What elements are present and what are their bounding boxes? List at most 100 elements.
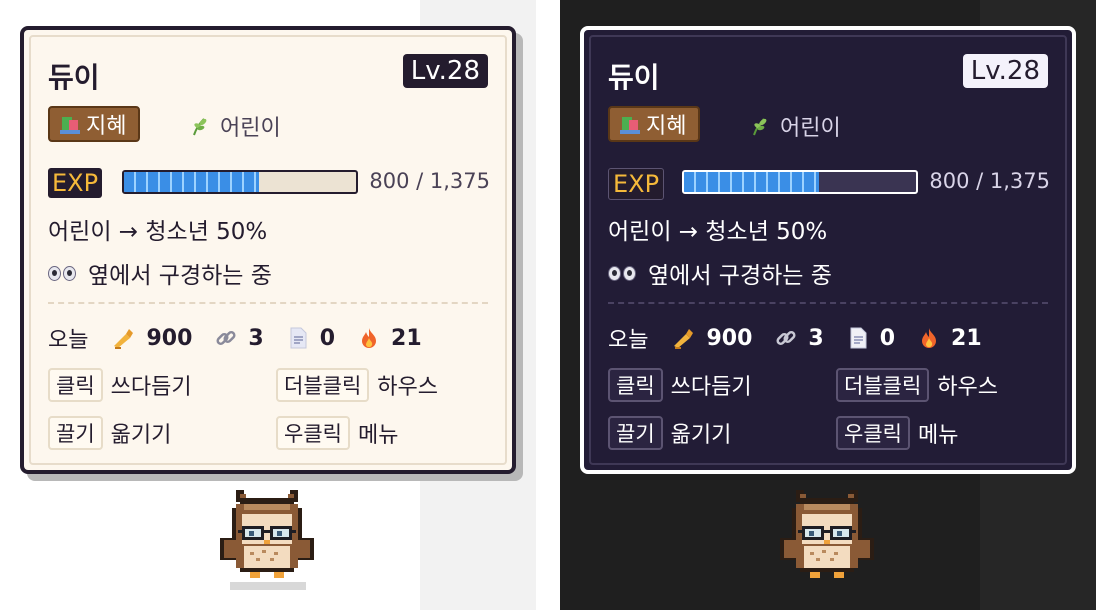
docs-stat: 0 xyxy=(286,326,335,351)
document-icon xyxy=(850,327,867,349)
light-theme-panel: 듀이 Lv.28 지혜 어린이 EXP 800 / 1,375 어린이 → 청소 xyxy=(0,0,536,610)
owl-head-outline xyxy=(240,498,294,504)
key-badge: 끌기 xyxy=(608,416,663,450)
life-stage: 어린이 xyxy=(748,110,841,142)
growth-progress: 어린이 → 청소년 50% xyxy=(48,219,268,245)
today-stats: 오늘 900 3 0 21 xyxy=(608,322,1004,354)
hint-action: 옮기기 xyxy=(110,423,172,448)
exp-progress-bar xyxy=(122,170,358,194)
typing-stat: 900 xyxy=(112,326,192,351)
eyes-icon xyxy=(608,265,636,281)
hint-action: 옮기기 xyxy=(670,423,732,448)
exp-label: EXP xyxy=(608,168,665,200)
typing-count: 900 xyxy=(706,325,753,351)
today-label: 오늘 xyxy=(608,328,649,353)
pet-status-card: 듀이 Lv.28 지혜 어린이 EXP 800 / 1,375 어린이 → 청소 xyxy=(580,26,1076,474)
key-badge: 끌기 xyxy=(48,416,103,450)
owl-mascot[interactable] xyxy=(772,486,882,590)
writing-hand-icon xyxy=(114,329,134,349)
trait-label: 지혜 xyxy=(646,114,687,139)
owl-glasses-bridge xyxy=(824,530,830,533)
owl-sprite xyxy=(220,490,314,578)
owl-head-outline xyxy=(800,498,854,504)
hint-double-click: 더블클릭 하우스 xyxy=(836,368,998,402)
exp-label: EXP xyxy=(48,168,103,198)
hint-action: 메뉴 xyxy=(917,423,959,448)
owl-foot-right xyxy=(834,572,844,578)
fire-icon xyxy=(362,328,377,348)
divider xyxy=(48,302,488,304)
typing-count: 900 xyxy=(146,325,193,351)
status-text: 옆에서 구경하는 중 xyxy=(648,263,832,289)
key-badge: 클릭 xyxy=(608,368,663,402)
owl-belly xyxy=(804,546,850,568)
pet-status-card: 듀이 Lv.28 지혜 어린이 EXP 800 / 1,375 어린이 → 청소 xyxy=(20,26,516,474)
key-badge: 우클릭 xyxy=(836,416,910,450)
hint-right-click: 우클릭 메뉴 xyxy=(836,416,958,450)
growth-progress: 어린이 → 청소년 50% xyxy=(608,219,828,245)
fire-icon xyxy=(922,328,937,348)
key-badge: 클릭 xyxy=(48,368,103,402)
streak-count: 21 xyxy=(951,325,982,351)
level-badge: Lv.28 xyxy=(402,54,488,88)
hint-action: 메뉴 xyxy=(357,423,399,448)
exp-value: 800 / 1,375 xyxy=(929,169,1050,193)
hint-click: 클릭 쓰다듬기 xyxy=(608,368,752,402)
hint-drag: 끌기 옮기기 xyxy=(48,416,171,450)
exp-progress-fill xyxy=(684,172,819,192)
links-count: 3 xyxy=(808,325,824,351)
links-stat: 3 xyxy=(774,325,824,351)
eyes-icon xyxy=(48,265,76,281)
hint-double-click: 더블클릭 하우스 xyxy=(276,368,438,402)
stage-label: 어린이 xyxy=(780,116,841,141)
trait-badge: 지혜 xyxy=(48,106,141,142)
dark-theme-panel: 듀이 Lv.28 지혜 어린이 EXP 800 / 1,375 어린이 → 청소 xyxy=(560,0,1096,610)
owl-foot-right xyxy=(274,572,284,578)
writing-hand-icon xyxy=(674,329,694,349)
status-line: 옆에서 구경하는 중 xyxy=(48,256,272,290)
hint-action: 하우스 xyxy=(937,375,999,400)
link-icon xyxy=(776,330,796,346)
book-stack-icon xyxy=(620,114,640,134)
streak-count: 21 xyxy=(391,325,422,351)
hint-right-click: 우클릭 메뉴 xyxy=(276,416,398,450)
pet-name: 듀이 xyxy=(608,61,660,94)
hint-action: 하우스 xyxy=(377,375,439,400)
docs-count: 0 xyxy=(879,325,896,351)
trait-badge: 지혜 xyxy=(608,106,701,142)
streak-stat: 21 xyxy=(357,326,422,351)
sprout-icon xyxy=(753,118,767,136)
exp-progress-fill xyxy=(124,172,259,192)
level-badge: Lv.28 xyxy=(962,54,1048,88)
key-badge: 더블클릭 xyxy=(836,368,930,402)
link-icon xyxy=(216,330,236,346)
book-stack-icon xyxy=(60,114,80,134)
status-text: 옆에서 구경하는 중 xyxy=(88,263,272,289)
exp-progress-bar xyxy=(682,170,918,194)
stage-label: 어린이 xyxy=(220,116,281,141)
streak-stat: 21 xyxy=(917,326,982,351)
owl-glasses-bridge xyxy=(264,530,270,533)
hint-click: 클릭 쓰다듬기 xyxy=(48,368,192,402)
status-line: 옆에서 구경하는 중 xyxy=(608,256,832,290)
typing-stat: 900 xyxy=(672,326,752,351)
hint-action: 쓰다듬기 xyxy=(670,375,752,400)
life-stage: 어린이 xyxy=(188,110,281,142)
owl-mascot[interactable] xyxy=(212,486,322,590)
owl-belly xyxy=(244,546,290,568)
links-stat: 3 xyxy=(214,325,264,351)
hint-action: 쓰다듬기 xyxy=(110,375,192,400)
owl-sprite xyxy=(780,490,874,578)
pet-name: 듀이 xyxy=(48,61,100,94)
docs-stat: 0 xyxy=(846,326,895,351)
key-badge: 더블클릭 xyxy=(276,368,370,402)
mascot-shadow xyxy=(230,582,306,590)
docs-count: 0 xyxy=(319,325,336,351)
trait-label: 지혜 xyxy=(86,114,127,139)
links-count: 3 xyxy=(248,325,264,351)
sprout-icon xyxy=(193,118,207,136)
owl-foot-left xyxy=(810,572,820,578)
today-stats: 오늘 900 3 0 21 xyxy=(48,322,444,354)
today-label: 오늘 xyxy=(48,328,89,353)
document-icon xyxy=(290,327,307,349)
